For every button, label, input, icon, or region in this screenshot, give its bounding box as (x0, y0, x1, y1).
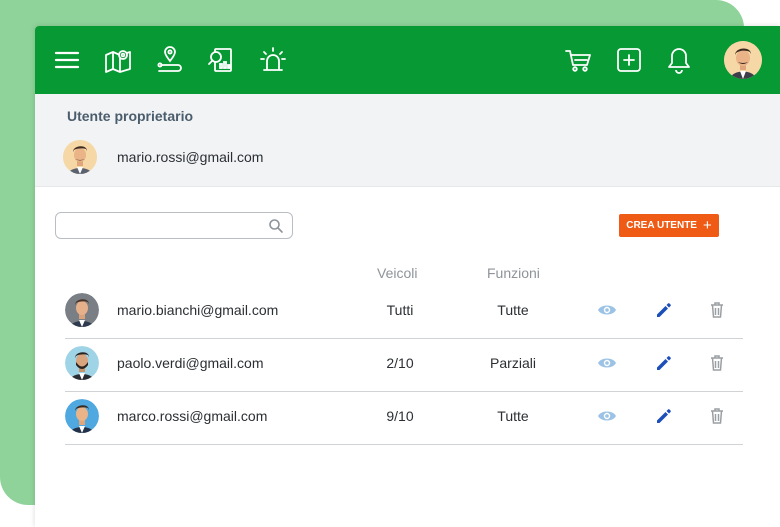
eye-icon[interactable] (597, 406, 617, 426)
trash-icon[interactable] (707, 353, 727, 373)
row-veicoli: Tutti (386, 302, 414, 318)
owner-section: Utente proprietario mario.rossi@gmail.co… (35, 94, 780, 187)
trash-icon[interactable] (707, 406, 727, 426)
trash-icon[interactable] (707, 300, 727, 320)
create-user-label: CREA UTENTE (626, 220, 697, 231)
create-user-button[interactable]: CREA UTENTE + (619, 214, 719, 237)
map-icon[interactable] (104, 46, 132, 74)
route-icon[interactable] (156, 46, 184, 74)
owner-avatar (63, 140, 97, 174)
menu-icon[interactable] (53, 46, 81, 74)
bell-icon[interactable] (665, 46, 693, 74)
pencil-icon[interactable] (654, 300, 674, 320)
alarm-siren-icon[interactable] (259, 46, 287, 74)
owner-title: Utente proprietario (67, 108, 194, 124)
top-navigation-bar (35, 26, 780, 94)
pencil-icon[interactable] (654, 353, 674, 373)
row-email: mario.bianchi@gmail.com (117, 302, 279, 318)
eye-icon[interactable] (597, 353, 617, 373)
table-row: marco.rossi@gmail.com 9/10 Tutte (65, 392, 743, 445)
add-square-icon[interactable] (615, 46, 643, 74)
column-header-funzioni: Funzioni (487, 265, 540, 281)
app-window: Utente proprietario mario.rossi@gmail.co… (35, 26, 780, 527)
row-funzioni: Tutte (497, 302, 529, 318)
row-veicoli: 9/10 (386, 408, 414, 424)
eye-icon[interactable] (597, 300, 617, 320)
search-icon[interactable] (268, 218, 284, 234)
row-email: marco.rossi@gmail.com (117, 408, 268, 424)
cart-icon[interactable] (564, 46, 592, 74)
table-row: mario.bianchi@gmail.com Tutti Tutte (65, 286, 743, 339)
row-veicoli: 2/10 (386, 355, 414, 371)
search-input[interactable] (55, 212, 293, 239)
row-email: paolo.verdi@gmail.com (117, 355, 264, 371)
plus-icon: + (702, 217, 712, 234)
pencil-icon[interactable] (654, 406, 674, 426)
row-avatar (65, 399, 99, 433)
row-avatar (65, 293, 99, 327)
row-funzioni: Tutte (497, 408, 529, 424)
report-search-icon[interactable] (207, 46, 235, 74)
column-header-veicoli: Veicoli (377, 265, 418, 281)
table-row: paolo.verdi@gmail.com 2/10 Parziali (65, 339, 743, 392)
row-funzioni: Parziali (490, 355, 536, 371)
owner-email: mario.rossi@gmail.com (117, 149, 264, 165)
user-avatar[interactable] (724, 41, 762, 79)
row-avatar (65, 346, 99, 380)
